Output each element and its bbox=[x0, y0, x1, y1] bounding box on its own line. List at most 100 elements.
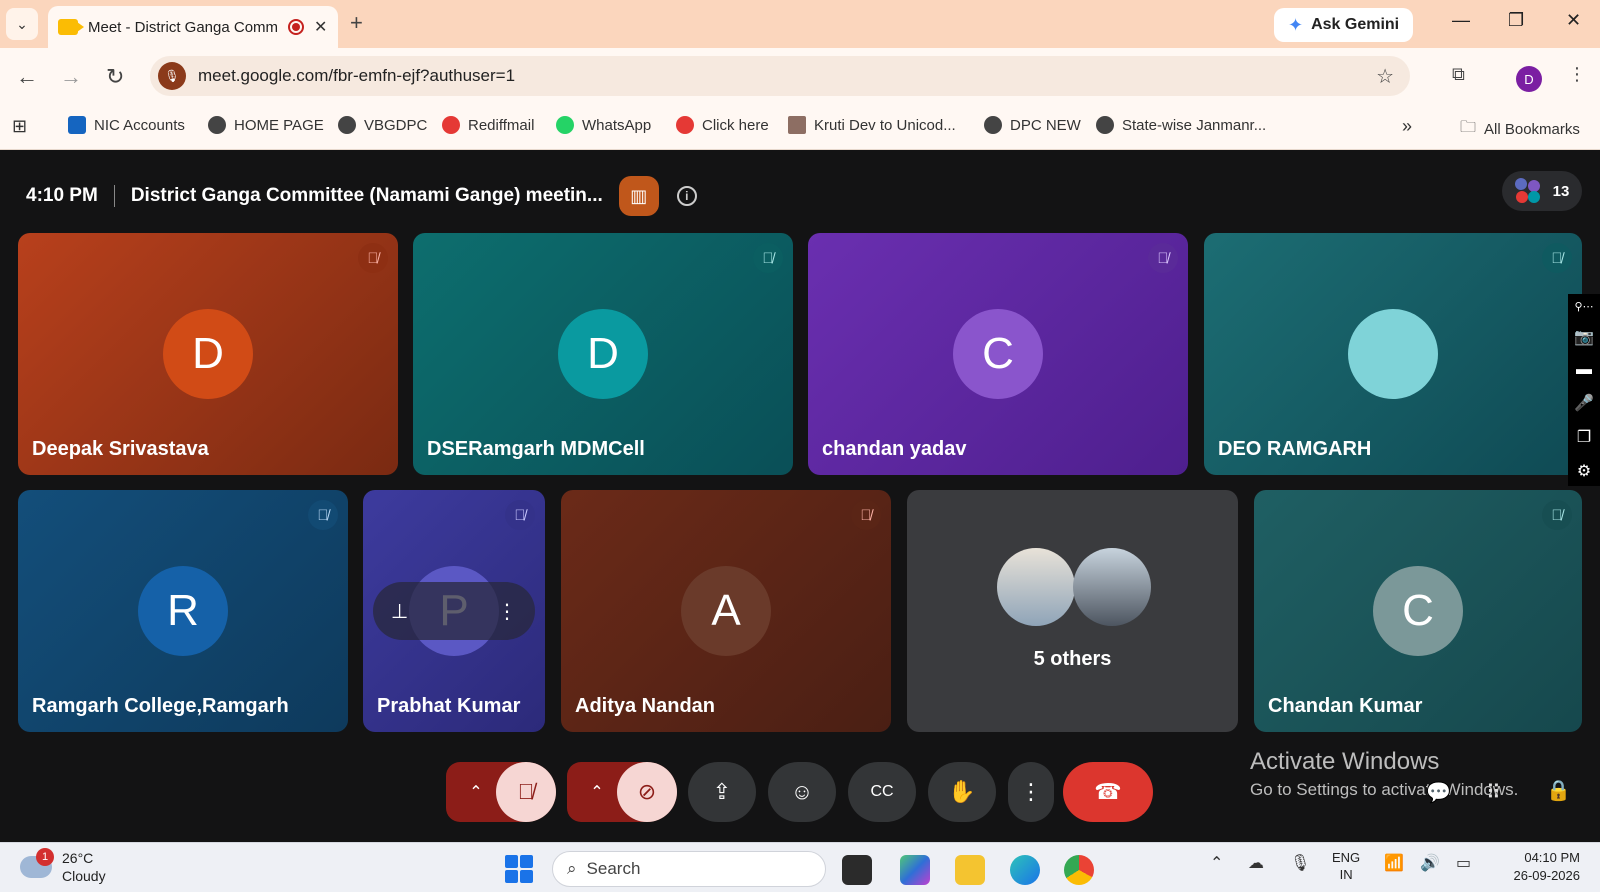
address-bar[interactable]: 🎙 meet.google.com/fbr-emfn-ejf?authuser=… bbox=[150, 56, 1410, 96]
forward-icon[interactable]: → bbox=[60, 64, 82, 90]
host-lock-icon[interactable]: 🔒 bbox=[1546, 778, 1571, 803]
participant-tile[interactable]: A 🎙̸ Aditya Nandan bbox=[561, 490, 891, 732]
url-text[interactable]: meet.google.com/fbr-emfn-ejf?authuser=1 bbox=[198, 66, 515, 86]
restore-icon[interactable]: ❐ bbox=[1508, 10, 1524, 31]
bookmark-dpc-new[interactable]: DPC NEW bbox=[984, 116, 1081, 134]
whatsapp-icon bbox=[556, 116, 574, 134]
avatar: R bbox=[138, 566, 228, 656]
avatar: D bbox=[163, 309, 253, 399]
microphone-icon[interactable]: 🎤 bbox=[1574, 393, 1594, 413]
more-options-button[interactable]: ⋮ bbox=[1008, 762, 1054, 822]
back-icon[interactable]: ← bbox=[16, 64, 38, 90]
bookmark-label: Kruti Dev to Unicod... bbox=[814, 116, 956, 134]
info-icon[interactable]: i bbox=[676, 186, 697, 206]
hidden-icons-chevron-icon[interactable]: ⌃ bbox=[1210, 853, 1223, 873]
activities-icon[interactable]: ⠿ bbox=[1486, 780, 1501, 805]
chrome-icon[interactable] bbox=[1064, 855, 1094, 885]
tab-strip: ⌄ Meet - District Ganga Comm ✕ + ✦ Ask G… bbox=[0, 0, 1600, 48]
microphone-off-button[interactable]: 🎙̸ bbox=[496, 762, 556, 822]
camera-icon[interactable]: 📷 bbox=[1574, 327, 1594, 347]
start-button[interactable] bbox=[505, 855, 533, 883]
host-controls-icon[interactable]: ▥ bbox=[618, 176, 659, 216]
participant-tile[interactable]: 🎙̸ DEO RAMGARH bbox=[1204, 233, 1582, 475]
bookmarks-overflow-icon[interactable]: » bbox=[1402, 116, 1412, 137]
all-bookmarks-folder[interactable]: 🗀 All Bookmarks bbox=[1460, 116, 1580, 143]
lang-code: ENG bbox=[1332, 850, 1361, 865]
bookmark-nic-accounts[interactable]: NIC Accounts bbox=[68, 116, 185, 134]
meeting-time: 4:10 PM bbox=[26, 185, 98, 206]
video-icon[interactable]: ▬ bbox=[1576, 361, 1592, 379]
profile-avatar[interactable]: D bbox=[1516, 66, 1542, 92]
bookmark-vbgdpc[interactable]: VBGDPC bbox=[338, 116, 427, 134]
reactions-button[interactable]: ☺ bbox=[768, 762, 836, 822]
participant-tile[interactable]: D 🎙̸ Deepak Srivastava bbox=[18, 233, 398, 475]
globe-icon bbox=[984, 116, 1002, 134]
extensions-icon[interactable]: ⧉ bbox=[1452, 64, 1465, 85]
participant-photo bbox=[1073, 548, 1151, 626]
ask-gemini-button[interactable]: ✦ Ask Gemini bbox=[1274, 8, 1414, 42]
raise-hand-button[interactable]: ✋ bbox=[928, 762, 996, 822]
nic-icon bbox=[68, 116, 86, 134]
leave-call-button[interactable]: ☎ bbox=[1063, 762, 1153, 822]
microphone-tray-icon[interactable]: 🎙 bbox=[1290, 853, 1310, 873]
minimize-icon[interactable]: — bbox=[1452, 10, 1470, 31]
chat-icon[interactable]: 💬 bbox=[1426, 780, 1451, 805]
reload-icon[interactable]: ↻ bbox=[106, 64, 124, 90]
others-label: 5 others bbox=[1033, 648, 1112, 670]
volume-icon[interactable]: 🔊 bbox=[1420, 853, 1440, 873]
captions-button[interactable]: CC bbox=[848, 762, 916, 822]
folder-icon: 🗀 bbox=[1460, 119, 1477, 136]
input-language[interactable]: ENG IN bbox=[1332, 849, 1360, 883]
close-window-icon[interactable]: ✕ bbox=[1566, 10, 1581, 31]
close-tab-icon[interactable]: ✕ bbox=[314, 17, 327, 37]
tab-meet[interactable]: Meet - District Ganga Comm ✕ bbox=[48, 6, 338, 48]
participant-tile[interactable]: P ⊥ ⋮ 🎙̸ Prabhat Kumar bbox=[363, 490, 545, 732]
system-clock[interactable]: 04:10 PM 26-09-2026 bbox=[1500, 849, 1581, 885]
participant-name: Deepak Srivastava bbox=[32, 438, 209, 460]
wifi-icon[interactable]: 📶 bbox=[1384, 853, 1404, 873]
toolbar: ← → ↻ 🎙 meet.google.com/fbr-emfn-ejf?aut… bbox=[0, 48, 1600, 104]
menu-kebab-icon[interactable]: ⋮ bbox=[1568, 64, 1586, 85]
microphone-in-use-icon[interactable]: 🎙 bbox=[158, 62, 186, 90]
tab-title: Meet - District Ganga Comm bbox=[88, 18, 278, 36]
bookmark-label: State-wise Janmanr... bbox=[1122, 116, 1267, 134]
participant-tile[interactable]: D 🎙̸ DSERamgarh MDMCell bbox=[413, 233, 793, 475]
present-screen-button[interactable]: ⇪ bbox=[688, 762, 756, 822]
taskbar-search[interactable]: ⌕ Search bbox=[552, 851, 826, 887]
bookmark-click-here[interactable]: Click here bbox=[676, 116, 769, 134]
bookmark-whatsapp[interactable]: WhatsApp bbox=[556, 116, 651, 134]
mic-off-icon: 🎙̸ bbox=[1542, 500, 1572, 530]
mic-off-icon: 🎙̸ bbox=[505, 500, 535, 530]
bookmark-star-icon[interactable]: ☆ bbox=[1376, 64, 1394, 89]
onedrive-icon[interactable]: ☁ bbox=[1248, 853, 1264, 873]
more-options-icon[interactable]: ⋮ bbox=[497, 599, 517, 624]
participant-tile[interactable]: R 🎙̸ Ramgarh College,Ramgarh bbox=[18, 490, 348, 732]
bookmark-kruti-dev[interactable]: Kruti Dev to Unicod... bbox=[788, 116, 956, 134]
bookmark-rediffmail[interactable]: Rediffmail bbox=[442, 116, 534, 134]
new-tab-button[interactable]: + bbox=[350, 10, 363, 36]
window-icon[interactable]: ❐ bbox=[1577, 427, 1591, 447]
settings-gear-icon[interactable]: ⚙ bbox=[1577, 461, 1591, 481]
bookmark-home-page[interactable]: HOME PAGE bbox=[208, 116, 324, 134]
participant-tile[interactable]: C 🎙̸ chandan yadav bbox=[808, 233, 1188, 475]
weather-widget[interactable]: 1 26°C Cloudy bbox=[20, 848, 106, 885]
divider bbox=[113, 185, 115, 207]
battery-icon[interactable]: ▭ bbox=[1456, 853, 1471, 873]
task-view-icon[interactable] bbox=[842, 855, 872, 885]
camera-off-button[interactable]: ⊘ bbox=[617, 762, 677, 822]
tab-search-button[interactable]: ⌄ bbox=[6, 8, 38, 40]
edge-icon[interactable] bbox=[1010, 855, 1040, 885]
globe-icon bbox=[208, 116, 226, 134]
bookmark-label: NIC Accounts bbox=[94, 116, 185, 134]
participant-name: Chandan Kumar bbox=[1268, 695, 1423, 717]
bookmark-state-wise[interactable]: State-wise Janmanr... bbox=[1096, 116, 1266, 134]
others-tile[interactable]: 5 others bbox=[907, 490, 1238, 732]
apps-grid-icon[interactable]: ⊞ bbox=[12, 116, 27, 137]
avatar: C bbox=[1373, 566, 1463, 656]
tools-more-icon[interactable]: ⚲⋯ bbox=[1574, 300, 1593, 313]
microsoft-365-icon[interactable] bbox=[900, 855, 930, 885]
participant-tile[interactable]: C 🎙̸ Chandan Kumar bbox=[1254, 490, 1582, 732]
pin-icon[interactable]: ⊥ bbox=[391, 599, 408, 624]
file-explorer-icon[interactable] bbox=[955, 855, 985, 885]
participants-button[interactable]: 13 bbox=[1502, 171, 1582, 211]
